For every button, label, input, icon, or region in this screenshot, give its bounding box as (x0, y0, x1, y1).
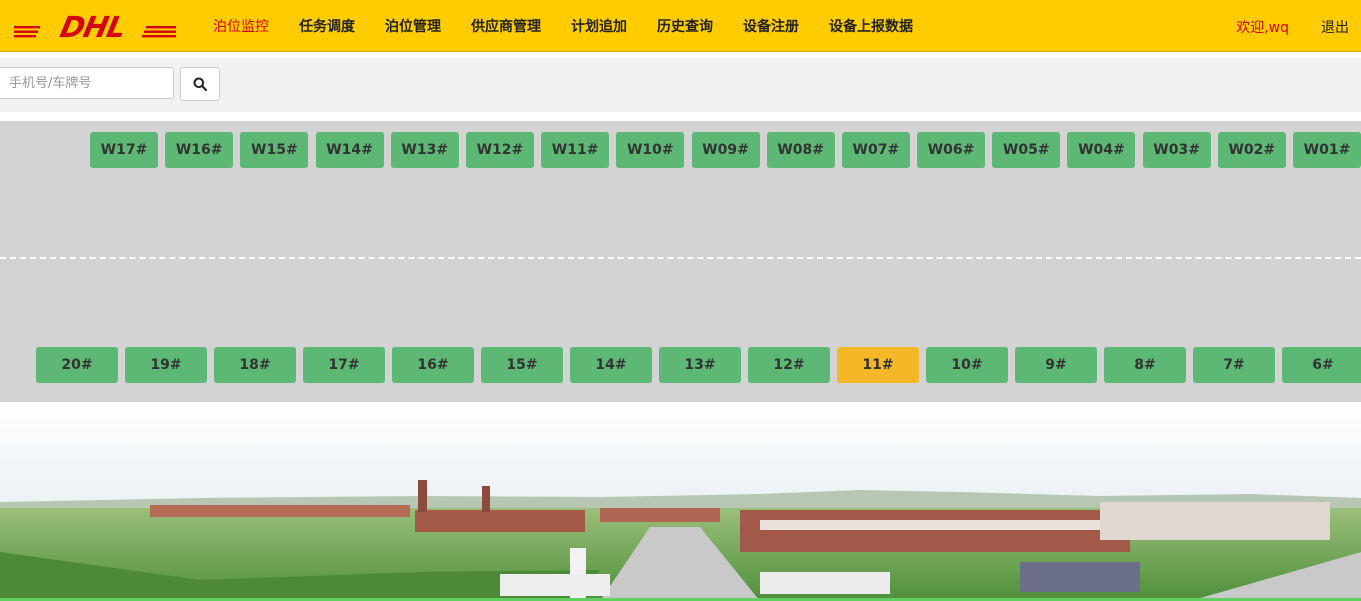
dock-button-top[interactable]: W01# (1293, 132, 1361, 168)
dock-button-bottom[interactable]: 11# (837, 347, 919, 383)
dock-button-top[interactable]: W13# (390, 132, 459, 168)
search-button[interactable] (180, 67, 220, 101)
dock-button-top[interactable]: W14# (315, 132, 384, 168)
dock-button-top[interactable]: W02# (1217, 132, 1286, 168)
dock-button-top[interactable]: W10# (616, 132, 685, 168)
dock-button-top[interactable]: W12# (465, 132, 534, 168)
main-nav: 泊位监控 任务调度 泊位管理 供应商管理 计划追加 历史查询 设备注册 设备上报数据 (198, 0, 928, 51)
dock-button-top[interactable]: W09# (691, 132, 760, 168)
dock-button-bottom[interactable]: 15# (481, 347, 563, 383)
nav-item-1[interactable]: 泊位监控 (198, 16, 284, 36)
dock-button-bottom[interactable]: 17# (303, 347, 385, 383)
dock-row-bottom: 20# 19# 18# 17# 16# 15# 14# 13# 12# 11# 10# 9# 8# 7# 6… (36, 347, 1361, 383)
nav-item-4[interactable]: 供应商管理 (456, 16, 556, 36)
nav-item-6[interactable]: 历史查询 (642, 16, 728, 36)
nav-item-7[interactable]: 设备注册 (728, 16, 814, 36)
dock-button-bottom[interactable]: 18# (214, 347, 296, 383)
dock-button-top[interactable]: W07# (841, 132, 910, 168)
factory-banner-image (0, 402, 1361, 601)
dock-button-bottom[interactable]: 13# (659, 347, 741, 383)
dock-yard-map: W17# W16# W15# W14# W13# W12# W11# W10# W09# W08#… (0, 121, 1361, 402)
dock-button-bottom[interactable]: 14# (570, 347, 652, 383)
search-bar (0, 58, 1361, 112)
dock-button-bottom[interactable]: 8# (1104, 347, 1186, 383)
dock-button-top[interactable]: W04# (1067, 132, 1136, 168)
dock-row-top: W17# W16# W15# W14# W13# W12# W11# W10# W09# W08#… (90, 132, 1361, 168)
svg-text:DHL: DHL (57, 12, 128, 40)
dock-button-top[interactable]: W16# (165, 132, 234, 168)
dock-button-bottom[interactable]: 20# (36, 347, 118, 383)
dock-button-top[interactable]: W15# (240, 132, 309, 168)
top-navbar: DHL 泊位监控 任务调度 泊位管理 供应商管理 计划追加 历史查询 设备注册 设备上报数据 … (0, 0, 1361, 52)
dock-button-top[interactable]: W06# (917, 132, 986, 168)
dock-button-bottom[interactable]: 10# (926, 347, 1008, 383)
search-icon (193, 77, 207, 91)
dock-button-bottom[interactable]: 19# (125, 347, 207, 383)
dock-button-bottom[interactable]: 9# (1015, 347, 1097, 383)
nav-item-5[interactable]: 计划追加 (556, 16, 642, 36)
dock-button-top[interactable]: W17# (90, 132, 158, 168)
dock-button-top[interactable]: W05# (992, 132, 1061, 168)
lane-divider (0, 257, 1361, 259)
welcome-user[interactable]: 欢迎,wq (1236, 17, 1289, 37)
dock-button-bottom[interactable]: 12# (748, 347, 830, 383)
dock-button-bottom[interactable]: 6# (1282, 347, 1361, 383)
dhl-logo[interactable]: DHL (14, 12, 176, 40)
dock-button-bottom[interactable]: 16# (392, 347, 474, 383)
logout-link[interactable]: 退出 (1321, 17, 1349, 37)
nav-item-8[interactable]: 设备上报数据 (814, 16, 928, 36)
dock-button-top[interactable]: W11# (541, 132, 610, 168)
nav-item-2[interactable]: 任务调度 (284, 16, 370, 36)
nav-item-3[interactable]: 泊位管理 (370, 16, 456, 36)
dock-button-bottom[interactable]: 7# (1193, 347, 1275, 383)
dock-button-top[interactable]: W08# (766, 132, 835, 168)
dock-button-top[interactable]: W03# (1142, 132, 1211, 168)
search-input[interactable] (0, 67, 174, 99)
